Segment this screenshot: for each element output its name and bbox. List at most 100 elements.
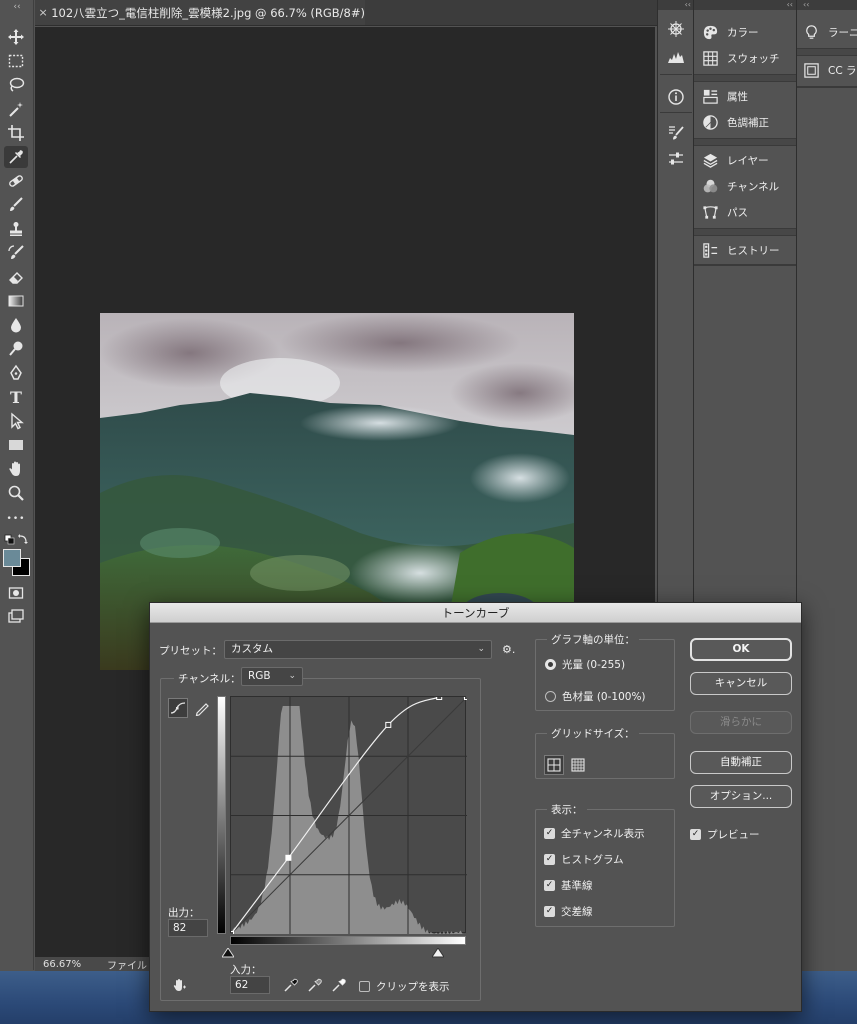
show-histogram-checkbox[interactable]: ✓ ヒストグラム [544,852,624,867]
tab-strip [365,0,657,26]
history-brush-tool-icon[interactable] [4,242,28,264]
more-tools-icon[interactable]: ••• [4,508,28,530]
output-field[interactable]: 82 [168,919,208,937]
auto-button[interactable]: 自動補正 [690,751,792,774]
checkmark-icon: ✓ [690,829,701,840]
histogram-icon[interactable] [662,44,690,70]
toolbar-collapse-grip[interactable]: ‹‹ [4,2,30,12]
grid-size-legend: グリッドサイズ： [547,726,639,741]
curve-control-point[interactable] [464,694,470,700]
input-field[interactable]: 62 [230,976,270,994]
tool-presets-icon[interactable] [662,146,690,172]
zoom-tool-icon[interactable] [4,482,28,504]
simple-grid-icon[interactable] [544,755,564,775]
dodge-tool-icon[interactable] [4,338,28,360]
smooth-button[interactable]: 滑らかに [690,711,792,734]
checkmark-icon: ✓ [544,906,555,917]
options-button[interactable]: オプション... [690,785,792,808]
magic-wand-tool-icon[interactable] [4,98,28,120]
ok-button[interactable]: OK [690,638,792,661]
black-point-eyedropper-icon[interactable] [281,975,301,995]
white-point-slider[interactable] [431,947,445,961]
curve-graph[interactable] [228,694,470,937]
close-tab-icon[interactable]: × [35,6,51,19]
brush-settings-icon[interactable] [662,120,690,146]
preview-checkbox[interactable]: ✓ プレビュー [690,827,760,842]
layers-icon [703,153,718,168]
show-all-channels-checkbox[interactable]: ✓ 全チャンネル表示 [544,826,645,841]
chevron-down-icon: ⌄ [477,644,485,654]
panel-history[interactable]: ヒストリー [698,238,794,262]
curve-control-point[interactable] [436,694,443,700]
blur-tool-icon[interactable] [4,314,28,336]
icon-group-divider [660,112,692,113]
hand-tool-icon[interactable] [4,458,28,480]
preset-options-gear-icon[interactable]: ⚙. [502,643,515,656]
panel-swatches[interactable]: スウォッチ [698,46,794,70]
move-tool-icon[interactable] [4,26,28,48]
info-icon[interactable] [662,84,690,110]
panel-paths[interactable]: パス [698,200,794,224]
panel-adjustments[interactable]: 色調補正 [698,110,794,134]
clone-stamp-tool-icon[interactable] [4,218,28,240]
channel-select[interactable]: RGB ⌄ [241,667,303,686]
file-info-status[interactable]: ファイル [95,957,147,972]
color-swatches[interactable] [3,548,31,578]
curve-control-point[interactable] [385,721,392,728]
units-light-radio[interactable]: 光量 (0-255) [545,657,625,672]
output-gradient-bar [217,696,226,934]
pen-tool-icon[interactable] [4,362,28,384]
preset-label: プリセット： [159,645,222,657]
pencil-draw-mode-icon[interactable] [192,698,212,718]
panel-color[interactable]: カラー [698,20,794,44]
zoom-level[interactable]: 66.67% [35,959,95,970]
screen-mode-icon[interactable] [4,606,28,628]
detailed-grid-icon[interactable] [568,755,588,775]
document-tab[interactable]: × 102八雲立つ_電信柱削除_雲模様2.jpg @ 66.7% (RGB/8#… [35,0,365,26]
eyedropper-tool-icon[interactable] [4,146,28,168]
path-selection-tool-icon[interactable] [4,410,28,432]
targeted-adjustment-hand-icon[interactable] [169,975,189,995]
show-baseline-checkbox[interactable]: ✓ 基準線 [544,878,593,893]
panel-group-divider [797,86,857,88]
learn-dock-collapse[interactable]: ‹‹ [797,0,857,10]
brush-tool-icon[interactable] [4,194,28,216]
black-point-slider[interactable] [221,947,235,961]
panel-layers[interactable]: レイヤー [698,148,794,172]
foreground-color-swatch[interactable] [3,549,21,567]
icon-dock-collapse[interactable]: ‹‹ [658,0,694,10]
panel-channels[interactable]: チャンネル [698,174,794,198]
curves-dialog: トーンカーブ プリセット： カスタム ⌄ ⚙. チャンネル： RGB ⌄ 出力：… [149,602,802,1012]
preset-select[interactable]: カスタム ⌄ [224,640,492,659]
type-tool-glyph: T [10,387,22,407]
curve-control-point[interactable] [285,854,292,861]
curve-control-point[interactable] [228,931,234,937]
marquee-tool-icon[interactable] [4,50,28,72]
white-point-eyedropper-icon[interactable] [329,975,349,995]
dialog-title[interactable]: トーンカーブ [150,603,801,623]
panel-cc-libraries[interactable]: CC ラ [803,58,857,82]
gradient-tool-icon[interactable] [4,290,28,312]
lasso-tool-icon[interactable] [4,74,28,96]
show-clipping-checkbox[interactable]: クリップを表示 [359,979,450,994]
default-colors-icon[interactable] [3,533,31,547]
healing-brush-tool-icon[interactable] [4,170,28,192]
units-pigment-radio[interactable]: 色材量 (0-100%) [545,689,646,704]
show-intersection-checkbox[interactable]: ✓ 交差線 [544,904,593,919]
quick-mask-icon[interactable] [4,582,28,604]
type-tool-icon[interactable]: T [4,386,28,408]
panel-dock-collapse[interactable]: ‹‹ [694,0,796,10]
eraser-tool-icon[interactable] [4,266,28,288]
preset-value: カスタム [231,643,273,655]
panel-properties[interactable]: 属性 [698,84,794,108]
panel-learn[interactable]: ラーニ [803,20,857,44]
cancel-button[interactable]: キャンセル [690,672,792,695]
rectangle-tool-icon[interactable] [4,434,28,456]
crop-tool-icon[interactable] [4,122,28,144]
curve-point-mode-icon[interactable] [168,698,188,718]
history-icon [703,242,718,258]
navigator-icon[interactable] [662,16,690,42]
panel-learn-label: ラーニ [828,26,857,39]
more-tools-glyph: ••• [6,514,26,524]
gray-point-eyedropper-icon[interactable] [305,975,325,995]
